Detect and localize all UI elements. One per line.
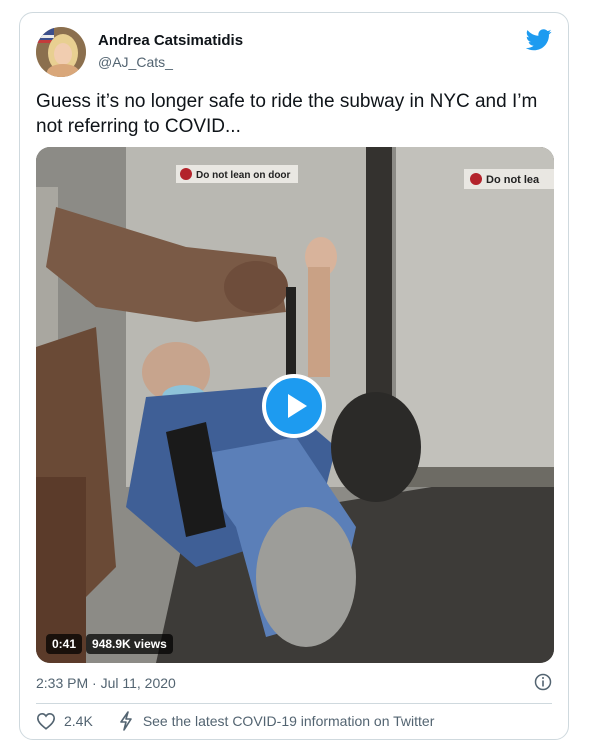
twitter-bird-icon[interactable] xyxy=(525,29,552,51)
video-player[interactable]: Do not lean on door Do not lea 0:41 948.… xyxy=(36,147,554,663)
covid-info-text[interactable]: See the latest COVID-19 information on T… xyxy=(143,713,435,729)
like-count: 2.4K xyxy=(64,713,93,729)
like-button[interactable]: 2.4K xyxy=(36,712,93,730)
video-duration: 0:41 xyxy=(46,634,83,654)
door-sign-text: Do not lean on door xyxy=(196,170,291,181)
lightning-icon xyxy=(120,711,132,731)
avatar[interactable] xyxy=(36,27,86,77)
tweet-timestamp[interactable]: 2:33 PM · Jul 11, 2020 xyxy=(36,675,176,691)
heart-icon xyxy=(36,712,56,730)
author-name[interactable]: Andrea Catsimatidis xyxy=(98,32,243,49)
tweet-actions: 2.4K See the latest COVID-19 information… xyxy=(36,711,434,731)
tweet-card[interactable]: Andrea Catsimatidis @AJ_Cats_ Guess it’s… xyxy=(19,12,569,740)
tweet-text: Guess it’s no longer safe to ride the su… xyxy=(36,91,538,137)
author-handle[interactable]: @AJ_Cats_ xyxy=(98,54,173,70)
covid-info-link[interactable]: See the latest COVID-19 information on T… xyxy=(119,711,435,731)
video-stats: 0:41 948.9K views xyxy=(46,634,173,654)
info-icon[interactable] xyxy=(534,673,552,691)
play-icon[interactable] xyxy=(262,374,326,438)
door-sign-text: Do not lea xyxy=(486,174,540,186)
divider xyxy=(36,703,552,704)
video-views: 948.9K views xyxy=(86,634,173,654)
